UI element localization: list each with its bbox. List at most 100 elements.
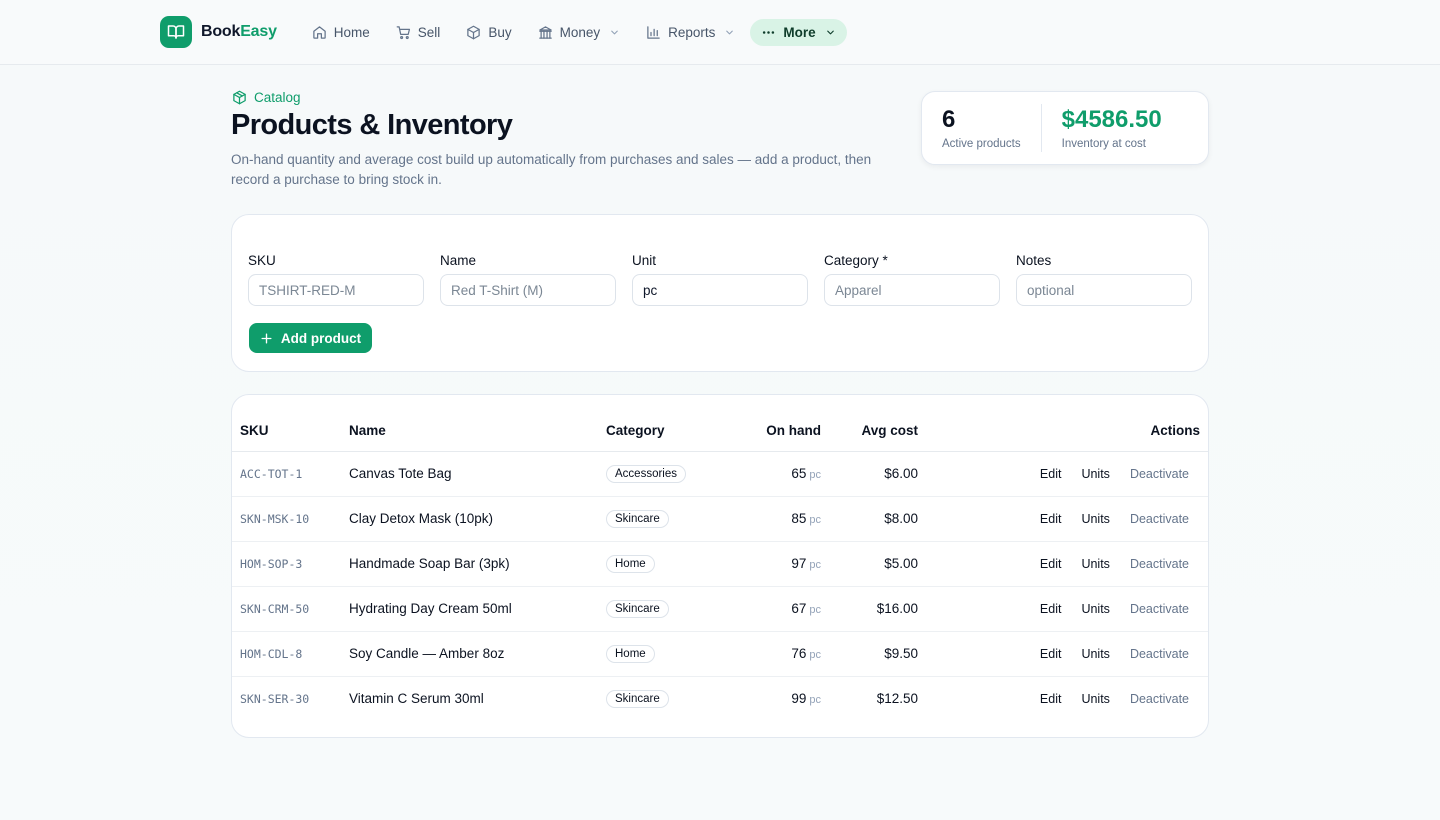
unit-input[interactable] — [632, 274, 808, 306]
category-tag: Skincare — [606, 599, 669, 618]
name-input[interactable] — [440, 274, 616, 306]
add-product-label: Add product — [280, 330, 362, 346]
table-row: HOM-SOP-3 Handmade Soap Bar (3pk) Home 9… — [232, 541, 1208, 587]
unit-value: pc — [809, 694, 821, 707]
nav-item-label: Sell — [417, 24, 441, 40]
category-input[interactable] — [824, 274, 1000, 306]
avg-cost-cell: $9.50 — [821, 631, 918, 677]
row-actions: Edit Units Deactivate — [918, 553, 1200, 575]
category-label: Category * — [824, 253, 888, 268]
product-name: Hydrating Day Cream 50ml — [349, 601, 512, 616]
on-hand-value: 97 — [791, 556, 807, 571]
nav-item-more[interactable]: More — [750, 18, 847, 46]
actions-cell: Edit Units Deactivate — [918, 631, 1208, 677]
actions-cell: Edit Units Deactivate — [918, 451, 1208, 497]
sku-input[interactable] — [248, 274, 424, 306]
nav-item-label: Reports — [668, 24, 716, 40]
avg-cost-value: $9.50 — [884, 646, 918, 661]
nav-item-reports[interactable]: Reports — [635, 19, 746, 46]
column-header-actions: Actions — [918, 395, 1208, 452]
edit-button[interactable]: Edit — [1030, 598, 1072, 620]
unit-label: Unit — [632, 253, 657, 268]
sku-cell: HOM-CDL-8 — [232, 631, 349, 677]
nav-item-label: More — [783, 24, 816, 40]
bank-icon — [538, 25, 552, 39]
sku-cell: HOM-SOP-3 — [232, 541, 349, 587]
unit-value: pc — [809, 559, 821, 571]
notes-input[interactable] — [1016, 274, 1192, 306]
table-body: ACC-TOT-1 Canvas Tote Bag Accessories 65… — [232, 451, 1208, 721]
deactivate-button[interactable]: Deactivate — [1120, 508, 1200, 530]
units-button[interactable]: Units — [1071, 463, 1119, 485]
add-product-button[interactable]: Add product — [249, 323, 372, 353]
row-actions: Edit Units Deactivate — [918, 508, 1200, 530]
stat-active-products: 6 Active products — [922, 106, 1041, 150]
book-icon — [160, 16, 192, 48]
category-tag: Skincare — [606, 689, 669, 708]
row-actions: Edit Units Deactivate — [918, 463, 1200, 485]
main-content: Catalog Products & Inventory On-hand qua… — [231, 65, 1209, 738]
deactivate-button[interactable]: Deactivate — [1120, 553, 1200, 575]
units-button[interactable]: Units — [1071, 508, 1119, 530]
column-header-category: Category — [606, 395, 731, 452]
stat-value: 6 — [942, 106, 956, 133]
nav-item-sell[interactable]: Sell — [385, 19, 452, 46]
brand[interactable]: BookEasy — [160, 16, 277, 48]
sku-value: SKN-MSK-10 — [240, 512, 310, 526]
name-cell: Hydrating Day Cream 50ml — [349, 586, 606, 632]
on-hand-value: 67 — [791, 601, 807, 616]
chevron-down-icon — [726, 30, 734, 34]
edit-button[interactable]: Edit — [1030, 688, 1072, 710]
on-hand-cell: 99 pc — [731, 676, 821, 721]
nav-item-money[interactable]: Money — [527, 19, 632, 46]
units-button[interactable]: Units — [1071, 553, 1119, 575]
on-hand-cell: 67 pc — [731, 586, 821, 632]
deactivate-button[interactable]: Deactivate — [1120, 643, 1200, 665]
edit-button[interactable]: Edit — [1030, 463, 1072, 485]
product-name: Clay Detox Mask (10pk) — [349, 511, 494, 526]
plus-icon — [261, 332, 272, 344]
units-button[interactable]: Units — [1071, 598, 1119, 620]
unit-value: pc — [809, 649, 821, 661]
avg-cost-cell: $8.00 — [821, 496, 918, 542]
avg-cost-value: $16.00 — [876, 601, 918, 616]
edit-button[interactable]: Edit — [1030, 553, 1072, 575]
sku-field: SKU — [248, 253, 424, 306]
sku-cell: SKN-MSK-10 — [232, 496, 349, 542]
box-icon — [467, 25, 481, 39]
category-cell: Skincare — [606, 676, 731, 721]
nav-item-buy[interactable]: Buy — [455, 19, 522, 46]
sku-cell: SKN-SER-30 — [232, 676, 349, 721]
page-header-text: Catalog Products & Inventory On-hand qua… — [231, 90, 891, 190]
category-tag: Skincare — [606, 509, 669, 528]
name-field: Name — [440, 253, 616, 306]
row-actions: Edit Units Deactivate — [918, 643, 1200, 665]
row-actions: Edit Units Deactivate — [918, 688, 1200, 710]
row-actions: Edit Units Deactivate — [918, 598, 1200, 620]
page-description: On-hand quantity and average cost build … — [231, 152, 872, 187]
avg-cost-value: $6.00 — [884, 466, 918, 481]
unit-value: pc — [809, 469, 821, 481]
on-hand-cell: 85 pc — [731, 496, 821, 542]
edit-button[interactable]: Edit — [1030, 508, 1072, 530]
deactivate-button[interactable]: Deactivate — [1120, 688, 1200, 710]
on-hand-cell: 65 pc — [731, 451, 821, 497]
breadcrumb: Catalog — [232, 90, 891, 105]
box-icon — [233, 90, 246, 105]
category-cell: Skincare — [606, 586, 731, 632]
units-button[interactable]: Units — [1071, 688, 1119, 710]
nav-item-label: Buy — [488, 24, 512, 40]
nav-item-home[interactable]: Home — [301, 19, 381, 46]
name-label: Name — [440, 253, 477, 268]
deactivate-button[interactable]: Deactivate — [1120, 463, 1200, 485]
deactivate-button[interactable]: Deactivate — [1120, 598, 1200, 620]
avg-cost-value: $8.00 — [884, 511, 918, 526]
edit-button[interactable]: Edit — [1030, 643, 1072, 665]
table-row: HOM-CDL-8 Soy Candle — Amber 8oz Home 76… — [232, 631, 1208, 677]
units-button[interactable]: Units — [1071, 643, 1119, 665]
column-header-on-hand: On hand — [731, 395, 821, 452]
name-cell: Vitamin C Serum 30ml — [349, 676, 606, 721]
products-table: SKU Name Category On hand Avg cost Actio… — [232, 395, 1208, 721]
stat-label: Active products — [942, 138, 1021, 150]
top-navigation: BookEasy Home Sell Buy Money Reports Mor… — [0, 0, 1440, 65]
